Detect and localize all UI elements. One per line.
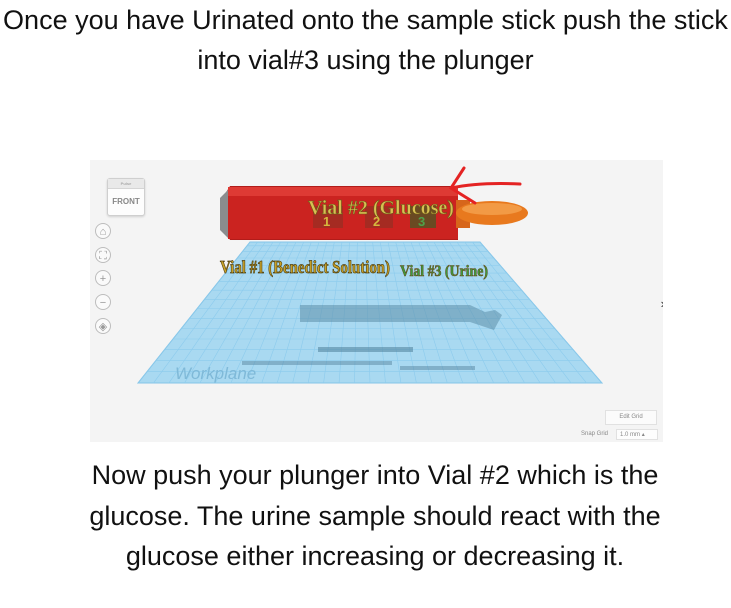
plunger[interactable] [456, 200, 528, 228]
snap-grid-value: 1.0 mm [620, 432, 641, 438]
snap-grid-select[interactable]: 1.0 mm ▴ [616, 429, 658, 440]
vial-number-2: 2 [373, 214, 380, 229]
edit-grid-button[interactable]: Edit Grid [605, 410, 657, 425]
zoom-out-icon[interactable]: − [95, 294, 111, 310]
snap-grid-label: Snap Grid [581, 431, 609, 437]
instruction-text-bottom: Now push your plunger into Vial #2 which… [89, 460, 661, 571]
zoom-in-icon[interactable]: + [95, 270, 111, 286]
view-cube[interactable]: Pulse FRONT [107, 178, 145, 216]
fit-icon[interactable]: ⛶ [95, 247, 111, 263]
chevron-right-icon[interactable]: › [661, 296, 663, 311]
annotation-arrow [448, 166, 522, 205]
vial-number-1: 1 [323, 214, 330, 229]
tinkercad-viewport[interactable]: Workplane Vial #2 (Glucose) 1 2 3 Vial #… [90, 160, 663, 442]
workplane-label: Workplane [175, 364, 256, 383]
vial-1-label: Vial #1 (Benedict Solution) [220, 257, 390, 278]
vial-3-label: Vial #3 (Urine) [400, 263, 488, 280]
perspective-icon[interactable]: ◈ [95, 318, 111, 334]
home-icon[interactable]: ⌂ [95, 223, 111, 239]
caret-up-icon: ▴ [641, 432, 645, 438]
view-cube-top[interactable]: Pulse [108, 179, 144, 189]
view-cube-front[interactable]: FRONT [112, 197, 140, 206]
vial-number-3: 3 [418, 214, 425, 229]
scene: Workplane Vial #2 (Glucose) 1 2 3 Vial #… [136, 166, 604, 384]
instruction-text-top: Once you have Urinated onto the sample s… [3, 5, 728, 75]
